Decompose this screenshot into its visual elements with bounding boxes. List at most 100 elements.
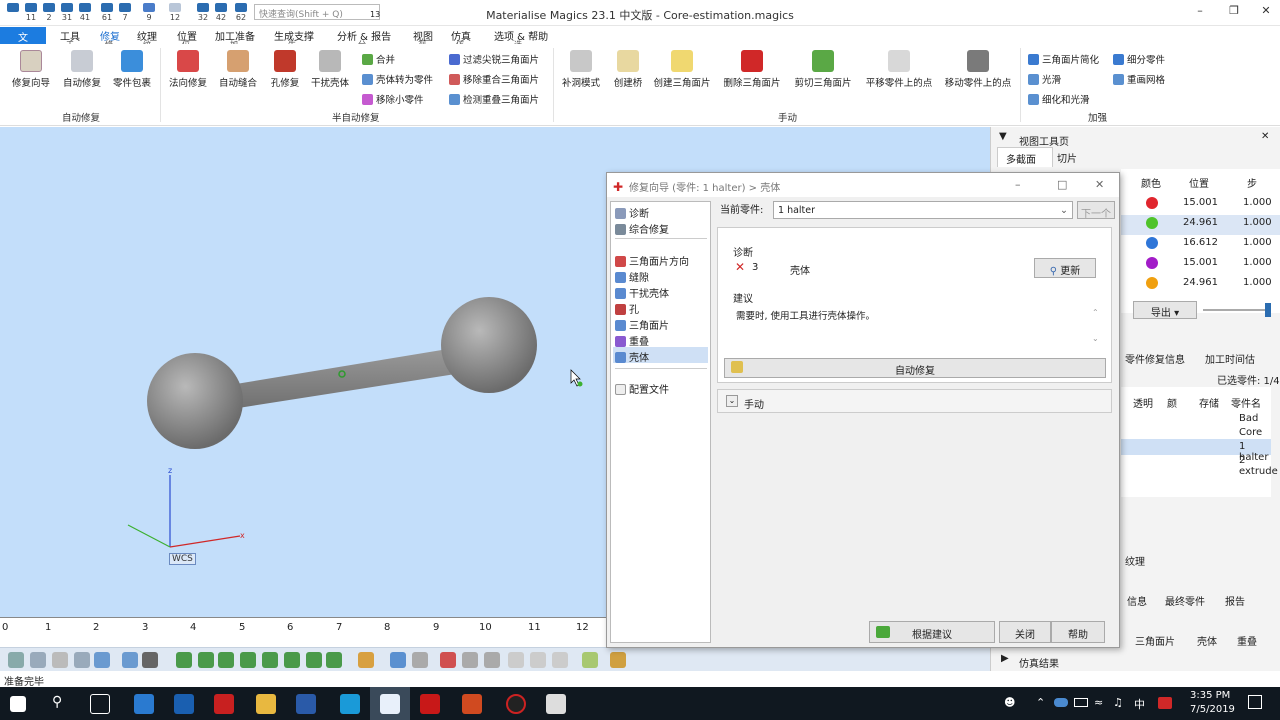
- create-bridge-button[interactable]: 创建桥: [606, 50, 650, 89]
- shrinkwrap-button[interactable]: 零件包裹: [110, 50, 154, 89]
- dialog-close-icon[interactable]: ✕: [1095, 178, 1104, 191]
- expand-arrow-icon[interactable]: ▶: [1001, 653, 1009, 664]
- manual-section[interactable]: ⌄ 手动: [717, 389, 1112, 413]
- magics-taskbar-active[interactable]: [370, 687, 410, 720]
- view-iso-icon[interactable]: 62: [232, 3, 250, 23]
- color-swatch[interactable]: [1146, 217, 1158, 229]
- powerpoint-icon[interactable]: [462, 694, 482, 714]
- refine-smooth-button[interactable]: 细化和光滑: [1028, 92, 1090, 106]
- filter-sharp-triangles-button[interactable]: 过滤尖锐三角面片: [449, 52, 539, 66]
- ime-indicator[interactable]: 中: [1134, 696, 1145, 712]
- panel-collapse-icon[interactable]: ▼: [999, 131, 1007, 142]
- tree-holes[interactable]: 孔: [615, 301, 639, 316]
- normal-fix-button[interactable]: 法向修复: [166, 50, 210, 89]
- color-swatch[interactable]: [1146, 257, 1158, 269]
- tree-profile[interactable]: 配置文件: [615, 381, 669, 396]
- zoom-icon[interactable]: [8, 652, 24, 668]
- recorder-icon[interactable]: [506, 694, 526, 714]
- tab-build-time[interactable]: 加工时间估: [1205, 351, 1255, 366]
- shade-icon[interactable]: [142, 652, 158, 668]
- windows-start-icon[interactable]: [10, 696, 26, 712]
- tree-shells[interactable]: 壳体: [615, 349, 649, 364]
- onedrive-icon[interactable]: [1054, 698, 1068, 707]
- minimize-icon[interactable]: –: [1190, 4, 1210, 17]
- slider-thumb[interactable]: [1265, 303, 1271, 317]
- view-front-icon[interactable]: 42: [212, 3, 230, 23]
- tri-icon-3[interactable]: [508, 652, 524, 668]
- clock-date[interactable]: 7/5/2019: [1190, 704, 1235, 715]
- skype-icon[interactable]: [340, 694, 360, 714]
- wifi-icon[interactable]: ≈: [1094, 696, 1103, 709]
- tree-triangles[interactable]: 三角面片: [615, 317, 669, 332]
- color-swatch[interactable]: [1146, 197, 1158, 209]
- mark-shell-icon[interactable]: [240, 652, 256, 668]
- hole-fill-mode-button[interactable]: 补洞模式: [558, 50, 604, 89]
- view-top-icon[interactable]: 32: [194, 3, 212, 23]
- shell-to-part-button[interactable]: 壳体转为零件: [362, 72, 433, 86]
- app-icon-red[interactable]: [214, 694, 234, 714]
- people-icon[interactable]: ☻: [1004, 696, 1015, 709]
- part-name[interactable]: Core: [1239, 427, 1262, 438]
- tray-arrow-icon[interactable]: ⌃: [1036, 696, 1045, 709]
- qa-new-icon[interactable]: 11: [22, 3, 40, 23]
- tray-app-icon[interactable]: [1158, 697, 1172, 709]
- dialog-minimize-icon[interactable]: –: [1015, 178, 1021, 191]
- reduce-triangles-button[interactable]: 三角面片简化: [1028, 52, 1099, 66]
- tab-overlap[interactable]: 重叠: [1237, 633, 1257, 648]
- unmark-icon[interactable]: [358, 652, 374, 668]
- tree-overlap[interactable]: 重叠: [615, 333, 649, 348]
- tab-multi-section[interactable]: 多截面: [997, 147, 1053, 167]
- qa-import-icon[interactable]: 61: [98, 3, 116, 23]
- tri-icon-4[interactable]: [530, 652, 546, 668]
- search-icon[interactable]: ⚲: [52, 694, 72, 714]
- mark-triangle-icon[interactable]: [176, 652, 192, 668]
- file-menu-button[interactable]: 文: [0, 27, 46, 44]
- create-triangle-button[interactable]: 创建三角面片: [650, 50, 714, 89]
- volume-icon[interactable]: ♫: [1113, 696, 1123, 709]
- edge-icon[interactable]: [134, 694, 154, 714]
- tab-part-fix-info[interactable]: 零件修复信息: [1125, 351, 1185, 366]
- tree-noise-shells[interactable]: 干扰壳体: [615, 285, 669, 300]
- texture-section[interactable]: 纹理: [1125, 553, 1145, 568]
- update-button[interactable]: ⚲ 更新: [1034, 258, 1096, 278]
- mark-window-icon[interactable]: [262, 652, 278, 668]
- subdivide-part-button[interactable]: 细分零件: [1113, 52, 1165, 66]
- qa-saveas-icon[interactable]: 41: [76, 3, 94, 23]
- quick-search-input[interactable]: 快速查询(Shift + Q): [254, 4, 380, 20]
- auto-fix-dialog-button[interactable]: 自动修复: [724, 358, 1106, 378]
- detect-overlapping-triangles-button[interactable]: 检测重叠三角面片: [449, 92, 539, 106]
- tree-gaps[interactable]: 缝隙: [615, 269, 649, 284]
- expand-icon[interactable]: ⌄: [726, 395, 738, 407]
- smooth-button[interactable]: 光滑: [1028, 72, 1061, 86]
- tab-triangles[interactable]: 三角面片: [1135, 633, 1175, 648]
- translate-point-button[interactable]: 平移零件上的点: [862, 50, 936, 89]
- noise-shell-button[interactable]: 干扰壳体: [308, 50, 352, 89]
- clock-time[interactable]: 3:35 PM: [1190, 690, 1230, 701]
- follow-advice-button[interactable]: 根据建议: [869, 621, 995, 643]
- mark-plane-icon[interactable]: [198, 652, 214, 668]
- acrobat-icon[interactable]: [420, 694, 440, 714]
- mark-surface-icon[interactable]: [218, 652, 234, 668]
- help-button[interactable]: 帮助: [1051, 621, 1105, 643]
- move-point-button[interactable]: 移动零件上的点: [940, 50, 1016, 89]
- qa-open-icon[interactable]: 2: [40, 3, 58, 23]
- clapper-icon[interactable]: [546, 694, 566, 714]
- cut-triangle-button[interactable]: 剪切三角面片: [790, 50, 856, 89]
- mark-brush-icon[interactable]: [306, 652, 322, 668]
- mark-lasso-icon[interactable]: [284, 652, 300, 668]
- panel-close-icon[interactable]: ✕: [1261, 131, 1269, 142]
- remove-coincident-triangles-button[interactable]: 移除重合三角面片: [449, 72, 539, 86]
- pan-icon[interactable]: [52, 652, 68, 668]
- close-button[interactable]: 关闭: [999, 621, 1051, 643]
- tree-comprehensive-fix[interactable]: 综合修复: [615, 221, 669, 236]
- tree-normals[interactable]: 三角面片方向: [615, 253, 689, 268]
- extend-mark-icon[interactable]: [390, 652, 406, 668]
- slider-track[interactable]: [1203, 309, 1269, 311]
- rotate-icon[interactable]: [94, 652, 110, 668]
- tab-info[interactable]: 信息: [1127, 593, 1147, 608]
- remove-small-parts-button[interactable]: 移除小零件: [362, 92, 424, 106]
- box-view-icon[interactable]: [122, 652, 138, 668]
- remesh-button[interactable]: 重画网格: [1113, 72, 1165, 86]
- merge-button[interactable]: 合并: [362, 52, 395, 66]
- undo-icon[interactable]: 9: [140, 3, 158, 23]
